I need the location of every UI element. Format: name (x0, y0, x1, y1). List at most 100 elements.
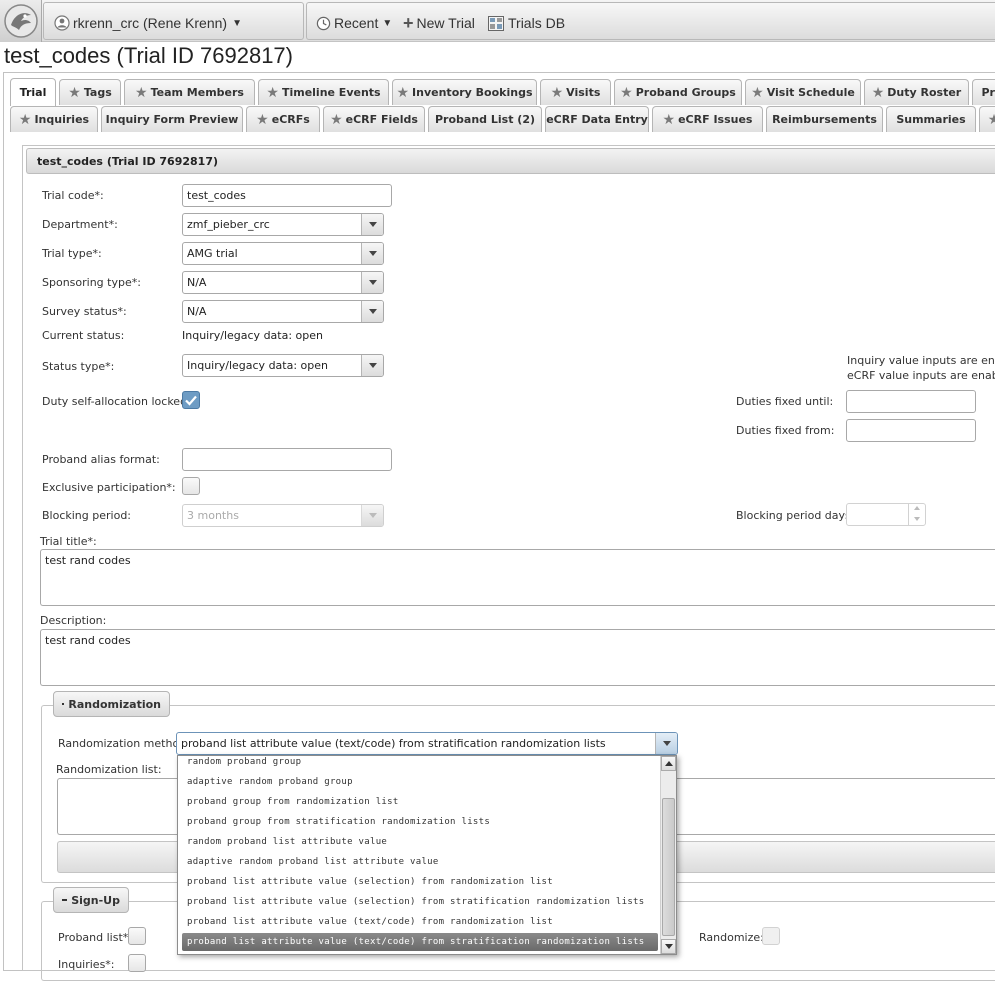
plus-icon: + (403, 12, 414, 33)
tab-duty-roster[interactable]: ★ Duty Roster (864, 79, 969, 105)
dropdown-option[interactable]: proband group from randomization list (182, 793, 658, 811)
tab-reimbursements[interactable]: Reimbursements (766, 106, 883, 132)
dropdown-option[interactable]: random proband list attribute value (182, 833, 658, 851)
scroll-up-icon[interactable] (661, 756, 676, 771)
nav-toolbar: Recent ▼ + New Trial Trials DB (306, 2, 995, 40)
trials-db-label: Trials DB (508, 15, 566, 31)
tab-timeline-events[interactable]: ★ Timeline Events (258, 79, 389, 105)
dropdown-arrow-icon[interactable] (361, 214, 383, 235)
dropdown-option[interactable]: proband list attribute value (text/code)… (182, 933, 658, 951)
spin-up-icon (914, 506, 920, 510)
user-menu-button[interactable]: rkrenn_crc (Rene Krenn) ▼ (43, 2, 304, 40)
recent-menu-button[interactable]: Recent ▼ (316, 14, 392, 32)
dropdown-arrow-icon[interactable] (655, 733, 677, 754)
blocking-period-value: 3 months (187, 509, 239, 522)
dropdown-scrollbar[interactable] (660, 756, 676, 954)
randomization-method-label: Randomization method: (58, 737, 190, 750)
page-title: test_codes (Trial ID 7692817) (4, 43, 293, 68)
tab-summaries[interactable]: Summaries (886, 106, 976, 132)
tab-ecrf-data-entry[interactable]: eCRF Data Entry (545, 106, 649, 132)
star-icon: ★ (135, 84, 148, 101)
signup-legend: Sign-Up (71, 893, 120, 907)
tab-ecrfs[interactable]: ★ eCRFs (246, 106, 320, 132)
description-textarea[interactable]: test rand codes (40, 629, 995, 686)
tab-label: Visits (566, 86, 601, 99)
tab-visits[interactable]: ★ Visits (540, 79, 611, 105)
randomization-legend: Randomization (68, 697, 161, 711)
dropdown-arrow-icon[interactable] (361, 355, 383, 376)
tab-label: Proband Groups (635, 86, 736, 99)
tab-inquiries[interactable]: ★ Inquiries (10, 106, 98, 132)
duties-until-input[interactable] (846, 390, 976, 413)
status-type-select[interactable]: Inquiry/legacy data: open (182, 354, 384, 377)
scrollbar-thumb[interactable] (662, 798, 675, 936)
current-status-value: Inquiry/legacy data: open (182, 329, 323, 342)
inquiries-checkbox[interactable] (128, 954, 146, 972)
star-icon: ★ (988, 113, 995, 127)
new-trial-label: New Trial (416, 15, 475, 31)
tab-tags[interactable]: ★ Tags (59, 79, 121, 105)
tab-visit-schedule[interactable]: ★ Visit Schedule (745, 79, 861, 105)
star-icon: ★ (266, 84, 279, 101)
trial-title-textarea[interactable]: test rand codes (40, 549, 995, 606)
department-select[interactable]: zmf_pieber_crc (182, 213, 384, 236)
trial-code-input[interactable]: test_codes (182, 184, 392, 207)
spin-down-icon (914, 517, 920, 521)
tab-inventory-bookings[interactable]: ★ Inventory Bookings (392, 79, 537, 105)
dropdown-option[interactable]: proband list attribute value (text/code)… (182, 913, 658, 931)
signup-toggle-button[interactable]: Sign-Up (53, 887, 129, 913)
user-name: rkrenn_crc (Rene Krenn) (73, 15, 228, 31)
dropdown-arrow-icon[interactable] (361, 301, 383, 322)
new-trial-button[interactable]: + New Trial (403, 12, 475, 33)
tab-label: Inquiries (34, 113, 90, 126)
star-icon: ★ (330, 111, 343, 128)
tab-proband-groups[interactable]: ★ Proband Groups (614, 79, 742, 105)
duties-from-label: Duties fixed from: (736, 424, 835, 437)
trials-db-button[interactable]: Trials DB (488, 14, 565, 32)
proband-list-checkbox[interactable] (128, 927, 146, 945)
randomize-label: Randomize: (699, 931, 764, 944)
tab-label: Summaries (896, 113, 966, 126)
randomization-method-select[interactable]: proband list attribute value (text/code)… (176, 732, 678, 755)
randomization-list-label: Randomization list: (56, 763, 162, 776)
status-type-value: Inquiry/legacy data: open (187, 359, 328, 372)
tab-ecrf-issues[interactable]: ★ eCRF Issues (652, 106, 763, 132)
tab-trial[interactable]: Trial (10, 78, 56, 106)
alias-format-input[interactable] (182, 448, 392, 471)
collapse-icon (62, 899, 68, 901)
star-icon: ★ (620, 84, 633, 101)
randomize-checkbox (762, 927, 780, 945)
duties-from-input[interactable] (846, 419, 976, 442)
tab-pro[interactable]: Pro (972, 79, 995, 105)
dropdown-option[interactable]: adaptive random proband list attribute v… (182, 853, 658, 871)
inquiries-label: Inquiries*: (58, 958, 115, 971)
star-icon: ★ (871, 84, 885, 101)
blocking-days-label: Blocking period days: (736, 509, 855, 522)
tab-label: Duty Roster (887, 86, 962, 99)
survey-status-select[interactable]: N/A (182, 300, 384, 323)
randomization-toggle-button[interactable]: Randomization (53, 691, 170, 717)
tab-ecrf-fields[interactable]: ★ eCRF Fields (323, 106, 425, 132)
tab-more[interactable]: ★ (979, 106, 995, 132)
exclusive-checkbox[interactable] (182, 477, 200, 495)
dropdown-option[interactable]: proband group from stratification random… (182, 813, 658, 831)
dropdown-option[interactable]: random proband group (182, 756, 658, 771)
dropdown-arrow-icon[interactable] (361, 272, 383, 293)
trial-type-select[interactable]: AMG trial (182, 242, 384, 265)
tab-proband-list-2[interactable]: Proband List (2) (428, 106, 542, 132)
recent-label: Recent (334, 15, 379, 31)
blocking-period-label: Blocking period: (42, 509, 132, 522)
sponsoring-type-select[interactable]: N/A (182, 271, 384, 294)
star-icon: ★ (396, 84, 410, 101)
dropdown-option[interactable]: proband list attribute value (selection)… (182, 873, 658, 891)
app-logo[interactable] (0, 0, 42, 42)
dropdown-option[interactable]: adaptive random proband group (182, 773, 658, 791)
tab-label: Team Members (150, 86, 244, 99)
scroll-down-icon[interactable] (661, 939, 676, 954)
dropdown-arrow-icon[interactable] (361, 243, 383, 264)
trial-code-label: Trial code*: (42, 189, 104, 202)
duty-locked-checkbox[interactable] (182, 391, 200, 409)
tab-inquiry-form-preview[interactable]: Inquiry Form Preview (101, 106, 243, 132)
tab-team-members[interactable]: ★ Team Members (124, 79, 255, 105)
dropdown-option[interactable]: proband list attribute value (selection)… (182, 893, 658, 911)
